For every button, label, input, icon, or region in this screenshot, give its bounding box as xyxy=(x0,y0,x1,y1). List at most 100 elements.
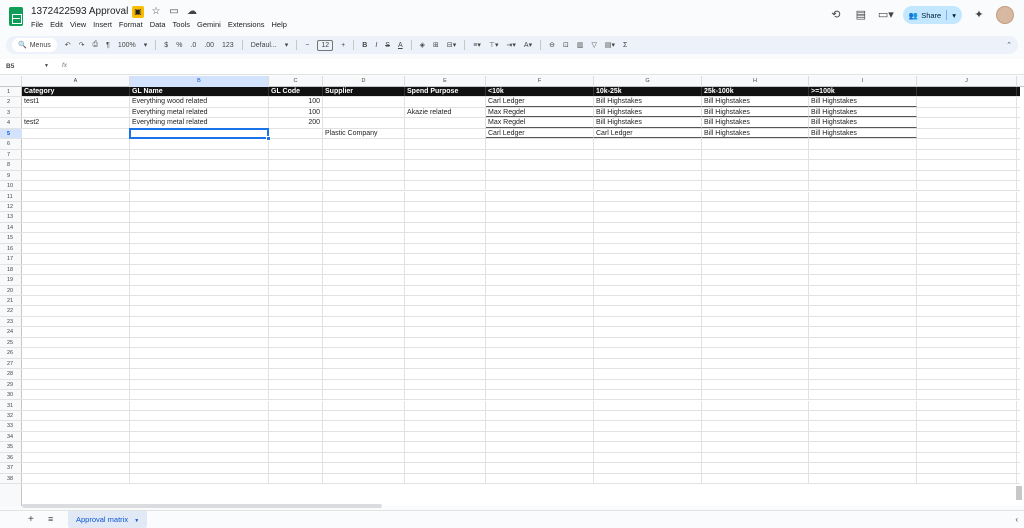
cell-d11[interactable] xyxy=(323,191,405,201)
cell-a16[interactable] xyxy=(22,243,130,254)
cell-e15[interactable] xyxy=(405,233,486,243)
cell-h6[interactable] xyxy=(702,139,809,149)
cell-j16[interactable] xyxy=(917,243,1017,254)
cell-a13[interactable] xyxy=(22,212,130,222)
cell-e35[interactable] xyxy=(405,442,486,452)
row-header-18[interactable]: 18 xyxy=(0,265,22,276)
cell-a20[interactable] xyxy=(22,285,130,295)
cell-i1[interactable]: >=100k xyxy=(809,87,917,97)
row-header-20[interactable]: 20 xyxy=(0,286,22,296)
cell-a15[interactable] xyxy=(22,233,130,243)
cell-h18[interactable] xyxy=(702,264,809,275)
cell-i23[interactable] xyxy=(809,316,917,327)
cell-i36[interactable] xyxy=(809,452,917,463)
cell-a23[interactable] xyxy=(22,316,130,327)
print-icon[interactable]: ⎙ xyxy=(92,41,98,49)
cell-j13[interactable] xyxy=(917,212,1017,222)
row-header-13[interactable]: 13 xyxy=(0,212,22,223)
cell-e22[interactable] xyxy=(405,306,486,316)
cell-i20[interactable] xyxy=(809,285,917,295)
cell-i19[interactable] xyxy=(809,275,917,285)
menu-item-tools[interactable]: Tools xyxy=(173,20,191,29)
cell-h32[interactable] xyxy=(702,410,809,421)
cell-b37[interactable] xyxy=(130,463,269,473)
cell-h35[interactable] xyxy=(702,442,809,452)
document-title[interactable]: 1372422593 Approval xyxy=(31,6,128,17)
redo-icon[interactable]: ↷ xyxy=(79,41,85,49)
cell-e30[interactable] xyxy=(405,390,486,400)
cell-a7[interactable] xyxy=(22,149,130,160)
cell-e37[interactable] xyxy=(405,463,486,473)
cell-b20[interactable] xyxy=(130,285,269,295)
cell-b18[interactable] xyxy=(130,264,269,275)
cell-a2[interactable]: test1 xyxy=(22,97,130,107)
cell-b25[interactable] xyxy=(130,337,269,348)
all-sheets-icon[interactable]: ≡ xyxy=(48,514,53,524)
row-header-22[interactable]: 22 xyxy=(0,306,22,317)
cell-a37[interactable] xyxy=(22,463,130,473)
cell-c24[interactable] xyxy=(269,327,323,337)
cell-d34[interactable] xyxy=(323,431,405,442)
cell-a27[interactable] xyxy=(22,358,130,369)
cell-a1[interactable]: Category xyxy=(22,87,130,97)
cell-d5[interactable]: Plastic Company xyxy=(323,128,405,139)
cell-i8[interactable] xyxy=(809,160,917,170)
cell-e23[interactable] xyxy=(405,316,486,327)
cell-e16[interactable] xyxy=(405,243,486,254)
cell-f1[interactable]: <10k xyxy=(486,87,594,97)
cell-g8[interactable] xyxy=(594,160,702,170)
cell-e29[interactable] xyxy=(405,379,486,390)
cell-i18[interactable] xyxy=(809,264,917,275)
name-box[interactable]: B5 xyxy=(6,63,14,70)
cell-a10[interactable] xyxy=(22,181,130,191)
text-rotation-icon[interactable]: A▾ xyxy=(524,41,532,49)
cell-d36[interactable] xyxy=(323,452,405,463)
explore-collapse-icon[interactable]: ‹ xyxy=(1015,515,1018,524)
insert-link-icon[interactable]: ⊖ xyxy=(549,41,555,49)
cell-g32[interactable] xyxy=(594,410,702,421)
percent-format-button[interactable]: % xyxy=(176,42,182,49)
cell-c19[interactable] xyxy=(269,275,323,285)
cell-a32[interactable] xyxy=(22,410,130,421)
cell-j28[interactable] xyxy=(917,369,1017,379)
cell-d19[interactable] xyxy=(323,275,405,285)
cell-a12[interactable] xyxy=(22,201,130,212)
cell-g18[interactable] xyxy=(594,264,702,275)
cell-g35[interactable] xyxy=(594,442,702,452)
menu-item-view[interactable]: View xyxy=(70,20,86,29)
cell-h21[interactable] xyxy=(702,296,809,306)
cell-d8[interactable] xyxy=(323,160,405,170)
cloud-status-icon[interactable]: ☁ xyxy=(186,6,198,18)
cell-e28[interactable] xyxy=(405,369,486,379)
cell-g4[interactable]: Bill Highstakes xyxy=(594,118,702,128)
cell-h7[interactable] xyxy=(702,149,809,160)
cell-h4[interactable]: Bill Highstakes xyxy=(702,118,809,128)
cell-e1[interactable]: Spend Purpose xyxy=(405,87,486,97)
cell-d3[interactable] xyxy=(323,107,405,118)
row-header-5[interactable]: 5 xyxy=(0,128,22,140)
select-all-corner[interactable] xyxy=(0,76,22,87)
cell-e19[interactable] xyxy=(405,275,486,285)
cell-d28[interactable] xyxy=(323,369,405,379)
cell-c26[interactable] xyxy=(269,348,323,358)
cell-j10[interactable] xyxy=(917,181,1017,191)
cell-h31[interactable] xyxy=(702,400,809,410)
column-header-c[interactable]: C xyxy=(269,76,323,87)
strikethrough-button[interactable]: S xyxy=(385,42,390,49)
cell-g23[interactable] xyxy=(594,316,702,327)
cell-d7[interactable] xyxy=(323,149,405,160)
row-header-2[interactable]: 2 xyxy=(0,97,22,108)
cell-j30[interactable] xyxy=(917,390,1017,400)
row-header-12[interactable]: 12 xyxy=(0,202,22,213)
cell-j8[interactable] xyxy=(917,160,1017,170)
row-header-4[interactable]: 4 xyxy=(0,118,22,129)
cell-h1[interactable]: 25k-100k xyxy=(702,87,809,97)
cell-d21[interactable] xyxy=(323,296,405,306)
cell-f38[interactable] xyxy=(486,473,594,484)
cell-h30[interactable] xyxy=(702,390,809,400)
cell-j7[interactable] xyxy=(917,149,1017,160)
cell-d27[interactable] xyxy=(323,358,405,369)
cell-c11[interactable] xyxy=(269,191,323,201)
cell-g34[interactable] xyxy=(594,431,702,442)
horizontal-align-icon[interactable]: ≡▾ xyxy=(473,41,481,49)
